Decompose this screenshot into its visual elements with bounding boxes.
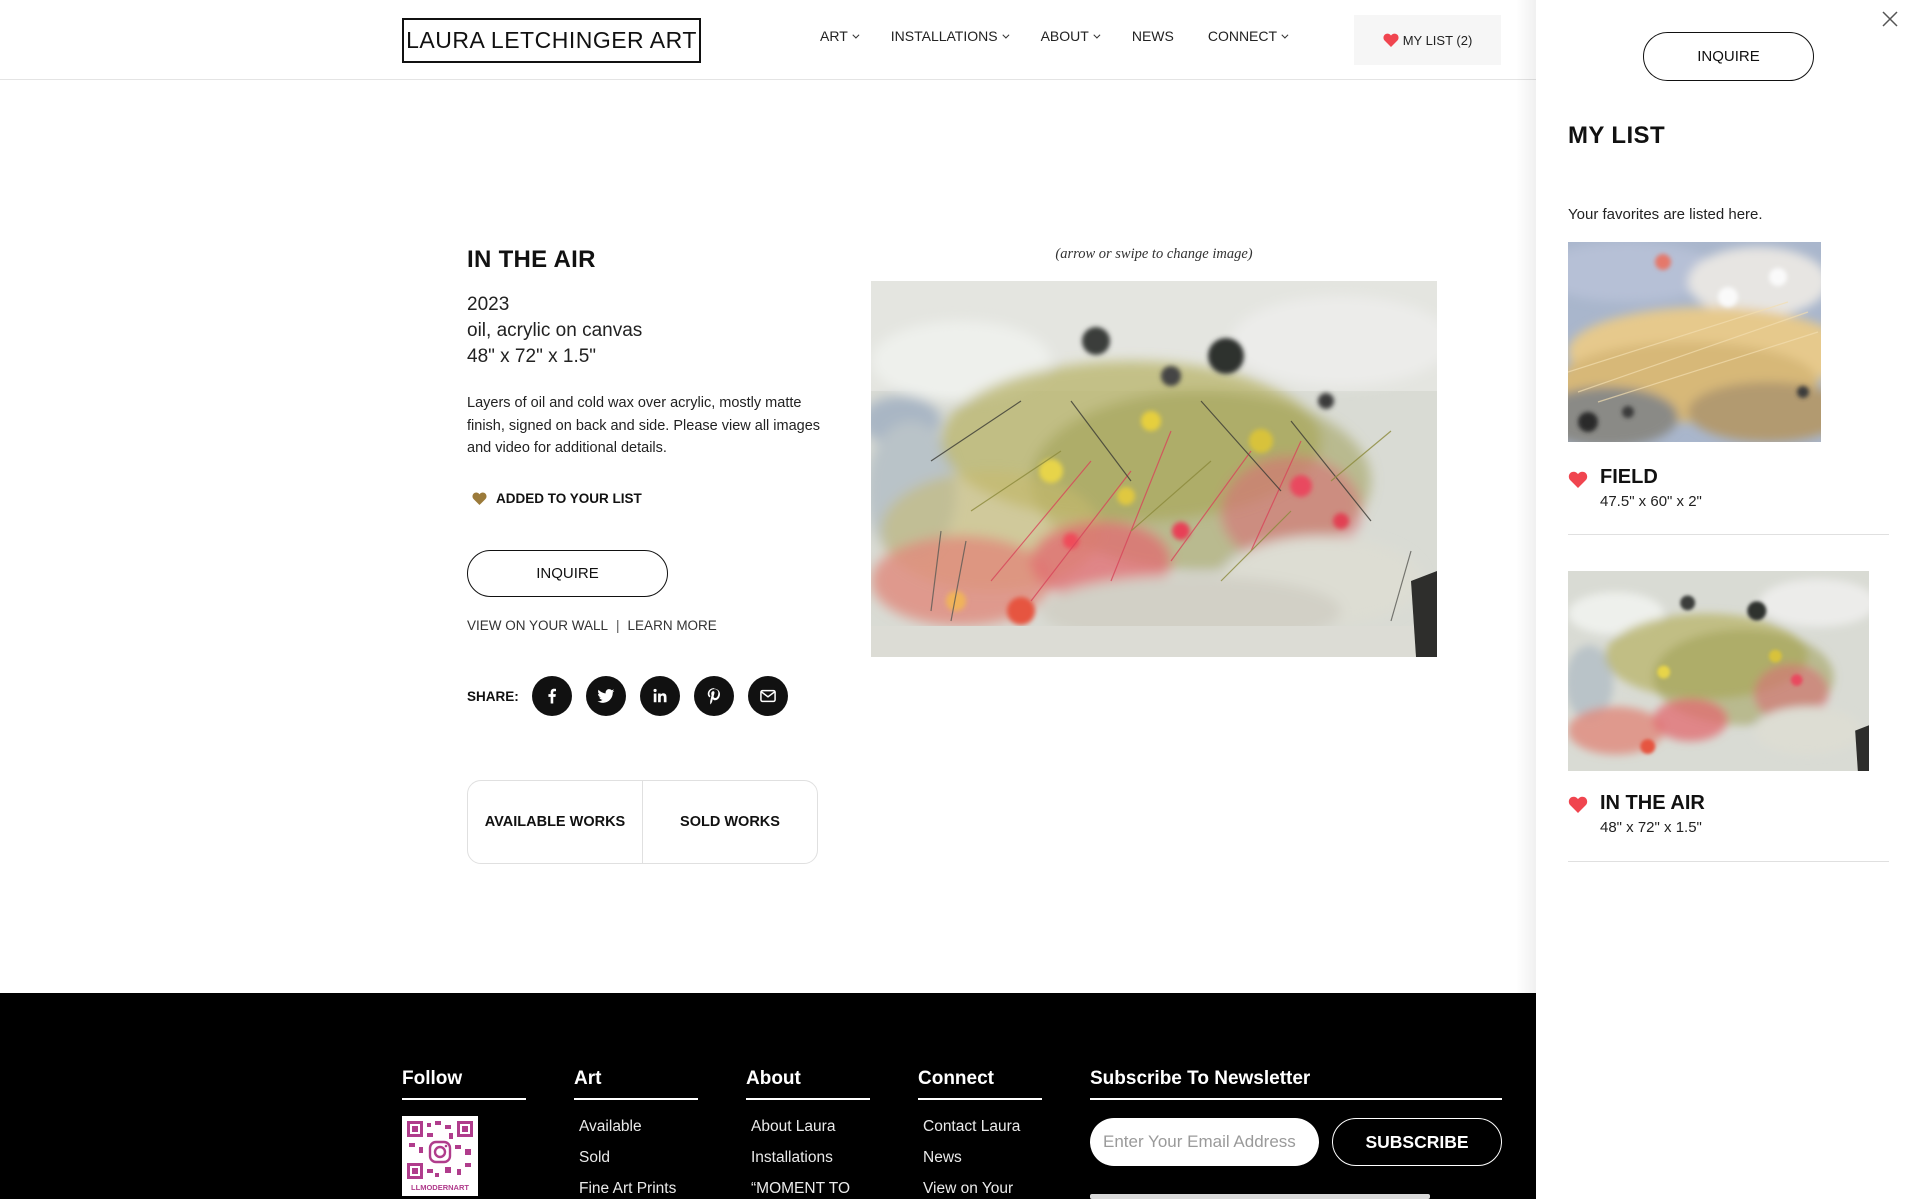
footer-connect-heading: Connect	[918, 1068, 1042, 1100]
footer-link-moment-to[interactable]: “MOMENT TO	[751, 1180, 870, 1198]
nav-installations[interactable]: INSTALLATIONS	[890, 28, 1010, 44]
site-header: LAURA LETCHINGER ART ART INSTALLATIONS A…	[0, 0, 1536, 80]
share-email-button[interactable]	[747, 676, 788, 716]
site-logo[interactable]: LAURA LETCHINGER ART	[402, 18, 701, 63]
drawer-shadow	[1516, 0, 1536, 1199]
favorite-image-field[interactable]	[1568, 242, 1821, 442]
footer-follow: Follow LLMODERNART	[402, 1068, 526, 1196]
share-facebook-button[interactable]	[531, 676, 572, 716]
share-label: SHARE:	[467, 688, 519, 704]
favorite-item-field: FIELD 47.5" x 60" x 2"	[1568, 242, 1889, 535]
heart-icon[interactable]	[1568, 796, 1588, 813]
share-bar: SHARE:	[467, 676, 802, 716]
artwork-links: VIEW ON YOUR WALL | LEARN MORE	[467, 618, 717, 633]
main-page: LAURA LETCHINGER ART ART INSTALLATIONS A…	[0, 0, 1536, 1199]
footer-link-view-on-your[interactable]: View on Your	[923, 1180, 1042, 1198]
swipe-hint: (arrow or swipe to change image)	[1055, 246, 1253, 262]
heart-icon	[1383, 33, 1399, 47]
share-linkedin-button[interactable]	[639, 676, 680, 716]
footer-art-heading: Art	[574, 1068, 698, 1100]
artwork-dimensions: 48" x 72" x 1.5"	[467, 346, 597, 367]
favorite-name[interactable]: IN THE AIR	[1600, 792, 1705, 815]
qr-caption: LLMODERNART	[411, 1183, 469, 1192]
drawer-subtitle: Your favorites are listed here.	[1568, 206, 1763, 223]
footer-link-installations[interactable]: Installations	[751, 1149, 870, 1167]
drawer-title: MY LIST	[1568, 122, 1666, 149]
footer-link-about-laura[interactable]: About Laura	[751, 1118, 870, 1136]
nav-about[interactable]: ABOUT	[1040, 28, 1101, 44]
subscribe-button[interactable]: SUBSCRIBE	[1332, 1118, 1502, 1166]
artwork-medium: oil, acrylic on canvas	[467, 320, 643, 341]
footer-connect: Connect Contact Laura News View on Your	[918, 1068, 1042, 1199]
close-icon	[1882, 11, 1898, 27]
favorite-item-in-the-air: IN THE AIR 48" x 72" x 1.5"	[1568, 571, 1889, 862]
heart-icon	[472, 492, 487, 505]
heart-icon[interactable]	[1568, 471, 1588, 488]
nav-news[interactable]: NEWS	[1132, 28, 1174, 44]
learn-more-link[interactable]: LEARN MORE	[628, 618, 717, 633]
view-on-wall-link[interactable]: VIEW ON YOUR WALL	[467, 618, 608, 633]
nav-connect[interactable]: CONNECT	[1207, 28, 1289, 44]
footer-about-heading: About	[746, 1068, 870, 1100]
footer-newsletter: Subscribe To Newsletter	[1090, 1068, 1502, 1100]
artwork-title: IN THE AIR	[467, 246, 596, 273]
favorite-dimensions: 48" x 72" x 1.5"	[1600, 819, 1702, 836]
site-footer: Follow LLMODERNART Art Available Sold Fi…	[0, 993, 1536, 1199]
share-pinterest-button[interactable]	[693, 676, 734, 716]
artwork-image[interactable]	[871, 281, 1437, 657]
instagram-qr-code[interactable]: LLMODERNART	[402, 1116, 478, 1196]
chevron-down-icon	[1093, 31, 1101, 39]
my-list-button[interactable]: MY LIST (2)	[1354, 15, 1501, 65]
newsletter-email-input[interactable]	[1090, 1118, 1319, 1166]
footer-link-sold[interactable]: Sold	[579, 1149, 698, 1167]
footer-link-news[interactable]: News	[923, 1149, 1042, 1167]
favorite-image-in-the-air[interactable]	[1568, 571, 1869, 771]
twitter-icon	[597, 689, 615, 703]
my-list-label: MY LIST (2)	[1402, 32, 1473, 48]
chevron-down-icon	[1281, 31, 1289, 39]
sold-works-button[interactable]: SOLD WORKS	[642, 781, 817, 863]
linkedin-icon	[653, 688, 667, 703]
footer-about: About About Laura Installations “MOMENT …	[746, 1068, 870, 1199]
chevron-down-icon	[1001, 31, 1010, 39]
nav-about-label: ABOUT	[1040, 28, 1089, 44]
added-to-list-label: ADDED TO YOUR LIST	[496, 491, 642, 506]
works-tabs: AVAILABLE WORKS SOLD WORKS	[467, 780, 818, 864]
newsletter-disclaimer-cutoff	[1090, 1188, 1450, 1199]
favorite-name[interactable]: FIELD	[1600, 466, 1658, 489]
artwork-description: Layers of oil and cold wax over acrylic,…	[467, 395, 821, 456]
my-list-drawer: INQUIRE MY LIST Your favorites are liste…	[1536, 0, 1919, 1199]
nav-art[interactable]: ART	[820, 28, 860, 44]
footer-link-available[interactable]: Available	[579, 1118, 698, 1136]
nav-news-label: NEWS	[1131, 28, 1174, 44]
email-icon	[759, 689, 776, 703]
footer-link-fine-art-prints[interactable]: Fine Art Prints	[579, 1180, 698, 1198]
link-separator: |	[616, 618, 620, 633]
close-drawer-button[interactable]	[1877, 6, 1903, 32]
nav-installations-label: INSTALLATIONS	[890, 28, 998, 44]
available-works-button[interactable]: AVAILABLE WORKS	[468, 781, 642, 863]
main-nav: ART INSTALLATIONS ABOUT NEWS CONNECT	[820, 28, 1320, 44]
nav-art-label: ART	[820, 28, 848, 44]
facebook-icon	[548, 688, 556, 704]
chevron-down-icon	[852, 31, 860, 39]
nav-connect-label: CONNECT	[1207, 28, 1278, 44]
drawer-inquire-button[interactable]: INQUIRE	[1643, 32, 1814, 81]
added-to-list-toggle[interactable]: ADDED TO YOUR LIST	[472, 491, 642, 506]
newsletter-heading: Subscribe To Newsletter	[1090, 1068, 1502, 1100]
artwork-year: 2023	[467, 294, 510, 315]
pinterest-icon	[707, 688, 720, 705]
footer-link-contact-laura[interactable]: Contact Laura	[923, 1118, 1042, 1136]
inquire-button[interactable]: INQUIRE	[467, 550, 668, 597]
footer-art: Art Available Sold Fine Art Prints	[574, 1068, 698, 1199]
favorite-dimensions: 47.5" x 60" x 2"	[1600, 493, 1702, 510]
footer-follow-heading: Follow	[402, 1068, 526, 1100]
share-twitter-button[interactable]	[585, 676, 626, 716]
